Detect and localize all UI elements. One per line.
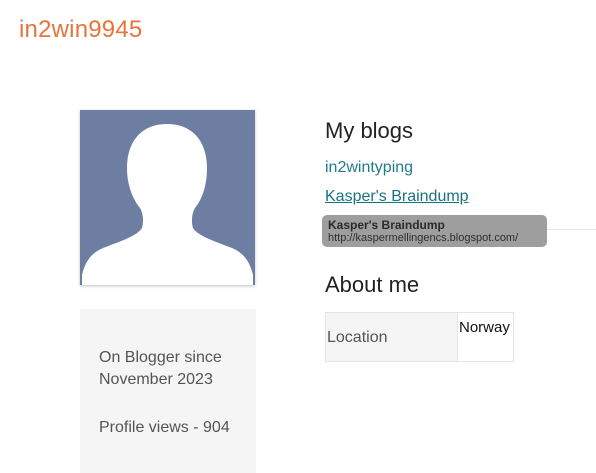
- blog-link-in2wintyping[interactable]: in2wintyping: [325, 159, 413, 177]
- blog-hover-tooltip: Kasper's Braindump http://kaspermellinge…: [322, 215, 547, 247]
- tooltip-url: http://kaspermellingencs.blogspot.com/: [328, 232, 519, 244]
- location-label: Location: [326, 313, 458, 361]
- about-me-heading: About me: [325, 272, 420, 297]
- blogger-since-text: On Blogger since November 2023: [99, 349, 222, 388]
- profile-username: in2win9945: [19, 16, 143, 43]
- my-blogs-heading: My blogs: [325, 118, 414, 143]
- default-user-silhouette-icon: [82, 124, 253, 285]
- profile-info-card: On Blogger since November 2023 Profile v…: [80, 309, 256, 473]
- tooltip-title: Kasper's Braindump: [328, 218, 445, 232]
- profile-avatar: [80, 110, 255, 285]
- blog-link-kaspers-braindump[interactable]: Kasper's Braindump: [325, 188, 469, 206]
- profile-views-text: Profile views - 904: [99, 419, 230, 436]
- tooltip-divider: [547, 229, 596, 230]
- about-me-table: Location Norway: [325, 312, 514, 362]
- location-value: Norway: [459, 319, 510, 336]
